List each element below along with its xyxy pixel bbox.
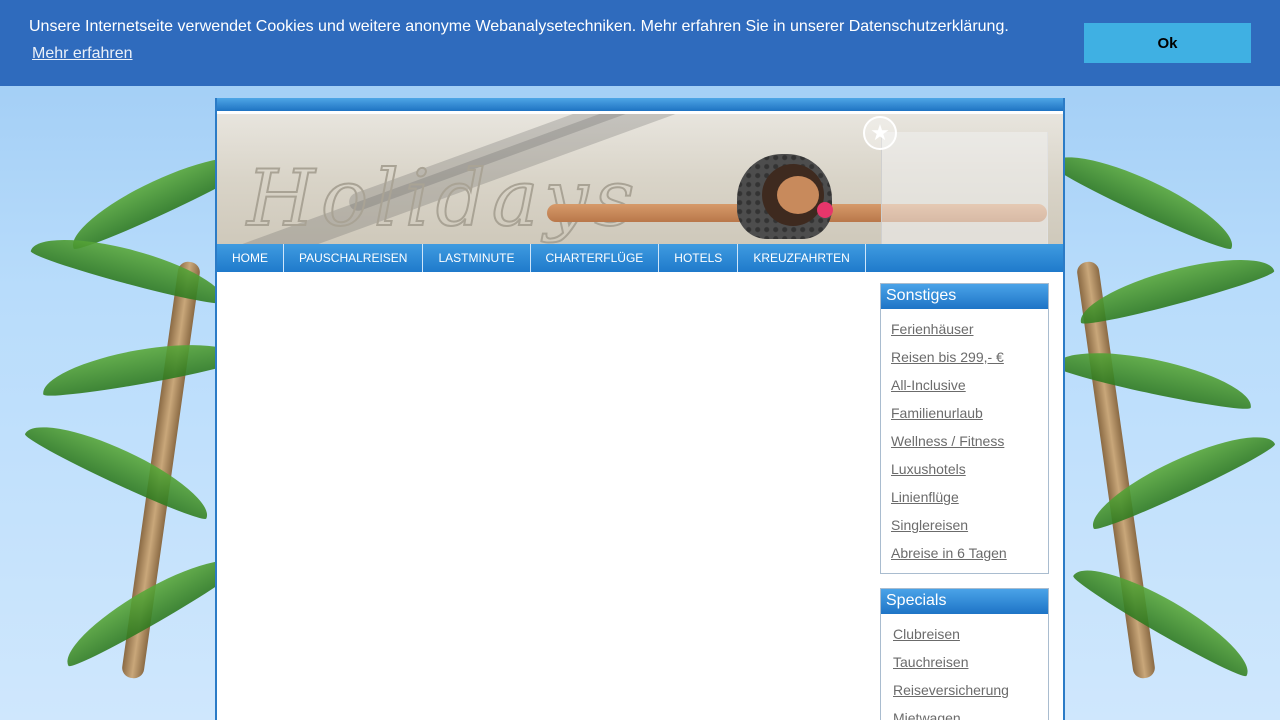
sidebar-link-familienurlaub[interactable]: Familienurlaub: [891, 399, 1048, 427]
sidebar-box-specials: Specials Clubreisen Tauchreisen Reisever…: [880, 588, 1049, 720]
cookie-ok-button[interactable]: Ok: [1084, 23, 1251, 63]
palm-decoration-right: [1047, 120, 1280, 720]
sidebar-link-list: Clubreisen Tauchreisen Reiseversicherung…: [881, 614, 1048, 720]
main-navigation: HOME PAUSCHALREISEN LASTMINUTE CHARTERFL…: [217, 244, 1063, 272]
header-strip: [217, 98, 1063, 111]
sidebar-box-title: Specials: [881, 589, 1048, 614]
sidebar-link-luxushotels[interactable]: Luxushotels: [891, 455, 1048, 483]
header-banner: Holidays ★: [217, 114, 1063, 244]
nav-item-home[interactable]: HOME: [217, 244, 284, 272]
learn-more-link[interactable]: Mehr erfahren: [32, 45, 133, 63]
nav-item-lastminute[interactable]: LASTMINUTE: [423, 244, 531, 272]
flower-decoration: [817, 202, 833, 218]
starfish-icon: ★: [863, 116, 897, 150]
banner-sand-writing: Holidays: [246, 153, 641, 244]
sidebar-link-list: Ferienhäuser Reisen bis 299,- € All-Incl…: [881, 309, 1048, 573]
nav-item-hotels[interactable]: HOTELS: [659, 244, 739, 272]
sidebar-link-wellness-fitness[interactable]: Wellness / Fitness: [891, 427, 1048, 455]
sidebar-box-title: Sonstiges: [881, 284, 1048, 309]
nav-item-charterfluege[interactable]: CHARTERFLÜGE: [531, 244, 660, 272]
banner-panel: [881, 132, 1048, 244]
cookie-message: Unsere Internetseite verwendet Cookies u…: [29, 18, 1009, 35]
nav-item-kreuzfahrten[interactable]: KREUZFAHRTEN: [738, 244, 866, 272]
nav-item-pauschalreisen[interactable]: PAUSCHALREISEN: [284, 244, 424, 272]
sidebar-link-reisen-bis-299[interactable]: Reisen bis 299,- €: [891, 343, 1048, 371]
sidebar-link-all-inclusive[interactable]: All-Inclusive: [891, 371, 1048, 399]
sidebar-link-reiseversicherung[interactable]: Reiseversicherung: [893, 676, 1048, 704]
sidebar-link-clubreisen[interactable]: Clubreisen: [893, 620, 1048, 648]
palm-decoration-left: [0, 120, 258, 720]
sidebar-link-linienfluege[interactable]: Linienflüge: [891, 483, 1048, 511]
sidebar-box-sonstiges: Sonstiges Ferienhäuser Reisen bis 299,- …: [880, 283, 1049, 574]
sidebar-link-ferienhaeuser[interactable]: Ferienhäuser: [891, 315, 1048, 343]
sidebar-link-mietwagen[interactable]: Mietwagen: [893, 704, 1048, 720]
site-container: Holidays ★ HOME PAUSCHALREISEN LASTMINUT…: [215, 98, 1065, 720]
cookie-banner: Unsere Internetseite verwendet Cookies u…: [0, 0, 1280, 86]
sidebar-link-abreise-6-tagen[interactable]: Abreise in 6 Tagen: [891, 539, 1048, 567]
sidebar-link-singlereisen[interactable]: Singlereisen: [891, 511, 1048, 539]
sidebar-link-tauchreisen[interactable]: Tauchreisen: [893, 648, 1048, 676]
